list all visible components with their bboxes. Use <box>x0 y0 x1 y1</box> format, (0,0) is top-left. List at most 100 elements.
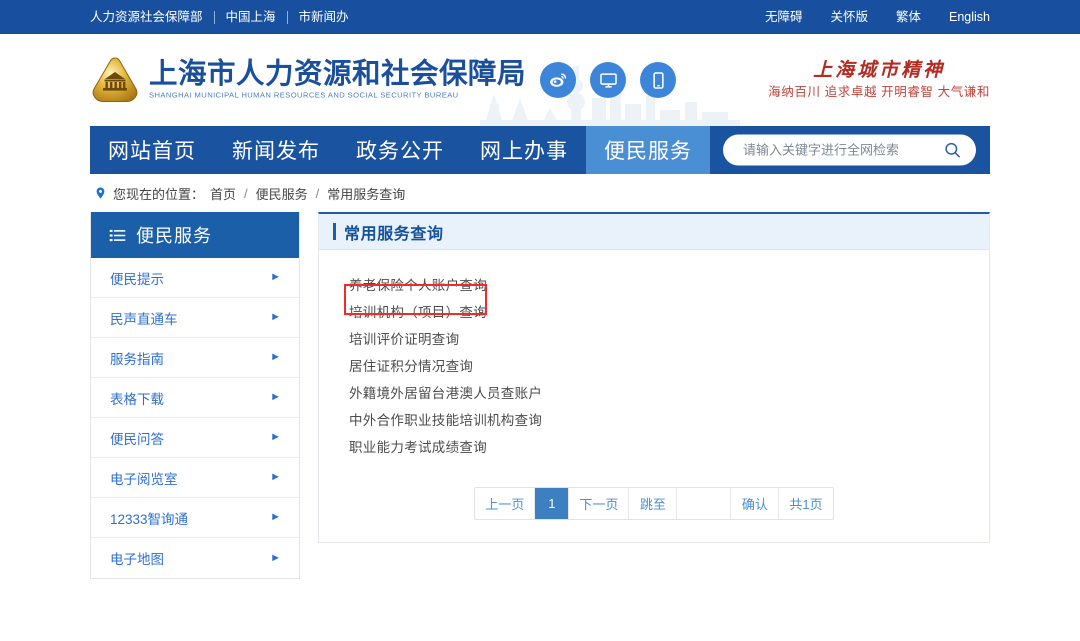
sidebar-item-e-reading-room[interactable]: 电子阅览室 ► <box>91 458 299 498</box>
sidebar-title: 便民服务 <box>136 226 212 247</box>
sidebar-item-faq[interactable]: 便民问答 ► <box>91 418 299 458</box>
list-item: 养老保险个人账户查询 <box>349 270 959 297</box>
breadcrumb-separator: / <box>315 185 320 201</box>
pagination-next-button[interactable]: 下一页 <box>569 488 630 519</box>
top-utility-bar: 人力资源社会保障部 中国上海 市新闻办 无障碍 关怀版 繁体 English <box>0 0 1080 34</box>
panel-title-bar <box>333 223 336 240</box>
topbar-left-links: 人力资源社会保障部 中国上海 市新闻办 <box>90 10 360 24</box>
sidebar-item-e-map[interactable]: 电子地图 ► <box>91 538 299 578</box>
topbar-link-traditional[interactable]: 繁体 <box>896 10 921 24</box>
city-spirit-slogan: 海纳百川 追求卓越 开明睿智 大气谦和 <box>768 85 990 99</box>
list-item: 中外合作职业技能培训机构查询 <box>349 405 959 432</box>
chevron-right-icon: ► <box>270 391 281 403</box>
sidebar-item-label: 电子阅览室 <box>110 471 178 487</box>
page-content: 便民服务 便民提示 ► 民声直通车 ► 服务指南 ► 表格下载 ► 便民问答 ►… <box>90 212 990 579</box>
panel-body: 养老保险个人账户查询 培训机构（项目）查询 培训评价证明查询 居住证积分情况查询… <box>319 250 989 542</box>
breadcrumb: 您现在的位置： 首页 / 便民服务 / 常用服务查询 <box>90 174 990 212</box>
nav-item-affairs-disclosure[interactable]: 政务公开 <box>338 126 462 174</box>
chevron-right-icon: ► <box>270 311 281 323</box>
monitor-glyph-icon <box>599 72 617 88</box>
nav-item-home[interactable]: 网站首页 <box>90 126 214 174</box>
chevron-right-icon: ► <box>270 351 281 363</box>
list-menu-icon <box>109 229 126 241</box>
chevron-right-icon: ► <box>270 271 281 283</box>
service-link-foreign-residents-account[interactable]: 外籍境外居留台港澳人员查账户 <box>349 382 542 402</box>
service-link-pension-account[interactable]: 养老保险个人账户查询 <box>349 274 487 294</box>
sidebar-item-label: 便民提示 <box>110 271 164 287</box>
sidebar-item-label: 电子地图 <box>110 552 164 567</box>
service-query-panel: 常用服务查询 养老保险个人账户查询 培训机构（项目）查询 培训评价证明查询 居住… <box>318 212 990 543</box>
list-item: 培训机构（项目）查询 <box>349 297 959 324</box>
pagination-jump-input[interactable] <box>677 488 732 519</box>
breadcrumb-wrapper: 您现在的位置： 首页 / 便民服务 / 常用服务查询 <box>90 174 990 212</box>
topbar-link-english[interactable]: English <box>949 10 990 24</box>
breadcrumb-separator: / <box>244 185 248 201</box>
topbar-link-ministry[interactable]: 人力资源社会保障部 <box>90 10 214 24</box>
sidebar-item-form-download[interactable]: 表格下载 ► <box>91 378 299 418</box>
breadcrumb-label: 您现在的位置： <box>113 186 205 202</box>
nav-item-online-service[interactable]: 网上办事 <box>462 126 586 174</box>
nav-item-public-service[interactable]: 便民服务 <box>586 126 710 174</box>
sidebar-item-label: 服务指南 <box>110 351 164 367</box>
topbar-right-links: 无障碍 关怀版 繁体 English <box>737 10 990 24</box>
app-icon-group <box>540 62 676 98</box>
page-title: 常用服务查询 <box>344 223 444 243</box>
shanghai-gov-emblem-icon <box>92 57 138 102</box>
breadcrumb-item-home[interactable]: 首页 <box>210 184 236 203</box>
topbar-link-shanghai[interactable]: 中国上海 <box>215 10 287 24</box>
chevron-right-icon: ► <box>270 511 281 523</box>
phone-glyph-icon <box>652 71 664 89</box>
pagination-wrapper: 上一页 1 下一页 跳至 确认 共1页 <box>349 459 959 542</box>
site-logo-block[interactable]: 上海市人力资源和社会保障局 SHANGHAI MUNICIPAL HUMAN R… <box>90 55 526 105</box>
service-link-exam-results[interactable]: 职业能力考试成绩查询 <box>349 436 487 456</box>
sidebar-item-label: 民声直通车 <box>110 311 178 327</box>
sidebar-item-label: 表格下载 <box>110 391 164 407</box>
chevron-right-icon: ► <box>270 551 281 564</box>
service-link-training-evaluation[interactable]: 培训评价证明查询 <box>349 328 459 348</box>
service-link-sino-foreign-training[interactable]: 中外合作职业技能培训机构查询 <box>349 409 542 429</box>
topbar-link-careversion[interactable]: 关怀版 <box>830 10 868 24</box>
list-item: 外籍境外居留台港澳人员查账户 <box>349 378 959 405</box>
list-item: 职业能力考试成绩查询 <box>349 432 959 459</box>
search-input[interactable] <box>743 142 943 158</box>
breadcrumb-item-current: 常用服务查询 <box>327 186 406 202</box>
pagination-confirm-button[interactable]: 确认 <box>731 488 780 519</box>
list-item: 居住证积分情况查询 <box>349 351 959 378</box>
sidebar-header: 便民服务 <box>91 212 299 258</box>
service-link-list: 养老保险个人账户查询 培训机构（项目）查询 培训评价证明查询 居住证积分情况查询… <box>349 270 959 459</box>
site-search-box[interactable] <box>723 134 976 166</box>
list-item: 培训评价证明查询 <box>349 324 959 351</box>
topbar-link-pressoffice[interactable]: 市新闻办 <box>288 10 360 24</box>
search-icon <box>945 142 960 158</box>
weibo-icon[interactable] <box>540 62 576 98</box>
sidebar-item-tips[interactable]: 便民提示 ► <box>91 258 299 298</box>
location-pin-icon <box>96 187 105 199</box>
sidebar-item-service-guide[interactable]: 服务指南 ► <box>91 338 299 378</box>
chevron-right-icon: ► <box>270 431 281 443</box>
chevron-right-icon: ► <box>270 471 281 483</box>
pagination-total-pages: 共1页 <box>779 488 833 519</box>
pagination-page-1[interactable]: 1 <box>535 488 570 519</box>
breadcrumb-item-public-service[interactable]: 便民服务 <box>256 184 308 203</box>
sidebar-item-label: 12333智询通 <box>110 511 189 527</box>
desktop-monitor-icon[interactable] <box>590 62 626 98</box>
site-masthead: 上海市人力资源和社会保障局 SHANGHAI MUNICIPAL HUMAN R… <box>0 34 1080 126</box>
site-title-en: SHANGHAI MUNICIPAL HUMAN RESOURCES AND S… <box>149 90 459 100</box>
pagination: 上一页 1 下一页 跳至 确认 共1页 <box>474 487 834 520</box>
weibo-glyph-icon <box>550 73 567 87</box>
site-title-cn: 上海市人力资源和社会保障局 <box>149 57 527 90</box>
sidebar: 便民服务 便民提示 ► 民声直通车 ► 服务指南 ► 表格下载 ► 便民问答 ►… <box>90 212 300 579</box>
pagination-prev-button[interactable]: 上一页 <box>475 488 536 519</box>
sidebar-item-voice-express[interactable]: 民声直通车 ► <box>91 298 299 338</box>
main-navigation-wrapper: 网站首页 新闻发布 政务公开 网上办事 便民服务 互动交流 <box>0 126 1080 174</box>
sidebar-item-12333[interactable]: 12333智询通 ► <box>91 498 299 538</box>
sidebar-item-label: 便民问答 <box>110 431 164 447</box>
topbar-link-accessibility[interactable]: 无障碍 <box>765 10 803 24</box>
service-link-residence-points[interactable]: 居住证积分情况查询 <box>349 355 473 375</box>
city-spirit-title: 上海城市精神 <box>813 59 946 81</box>
pagination-jump-label[interactable]: 跳至 <box>629 488 678 519</box>
mobile-phone-icon[interactable] <box>640 62 676 98</box>
nav-item-news[interactable]: 新闻发布 <box>214 126 338 174</box>
service-link-training-institution[interactable]: 培训机构（项目）查询 <box>349 301 487 321</box>
search-submit-button[interactable] <box>943 141 962 160</box>
